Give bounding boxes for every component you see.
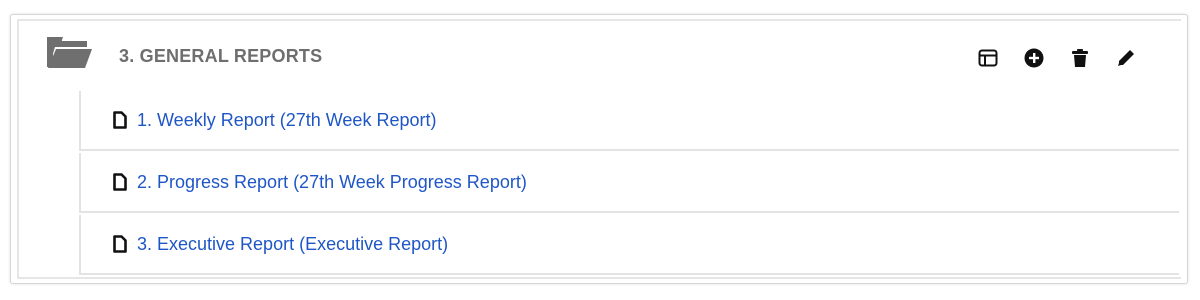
folder-open-icon <box>45 33 93 71</box>
layout-button[interactable] <box>977 47 999 69</box>
report-link[interactable]: 2. Progress Report (27th Week Progress R… <box>137 172 527 193</box>
trash-icon <box>1072 49 1088 67</box>
report-section-card: 3. GENERAL REPORTS 1. Weekly Report (27t… <box>10 14 1188 284</box>
section-actions <box>977 47 1137 69</box>
report-link[interactable]: 3. Executive Report (Executive Report) <box>137 234 448 255</box>
document-icon <box>113 111 127 129</box>
add-button[interactable] <box>1023 47 1045 69</box>
delete-button[interactable] <box>1069 47 1091 69</box>
list-item: 3. Executive Report (Executive Report) <box>79 215 1179 275</box>
layout-icon <box>978 49 998 67</box>
list-item: 1. Weekly Report (27th Week Report) <box>79 91 1179 151</box>
report-link[interactable]: 1. Weekly Report (27th Week Report) <box>137 110 436 131</box>
report-list: 1. Weekly Report (27th Week Report) 2. P… <box>79 91 1179 277</box>
section-title: 3. GENERAL REPORTS <box>119 46 323 66</box>
document-icon <box>113 173 127 191</box>
document-icon <box>113 235 127 253</box>
plus-circle-icon <box>1024 48 1044 68</box>
pencil-icon <box>1118 50 1134 66</box>
edit-button[interactable] <box>1115 47 1137 69</box>
list-item: 2. Progress Report (27th Week Progress R… <box>79 153 1179 213</box>
